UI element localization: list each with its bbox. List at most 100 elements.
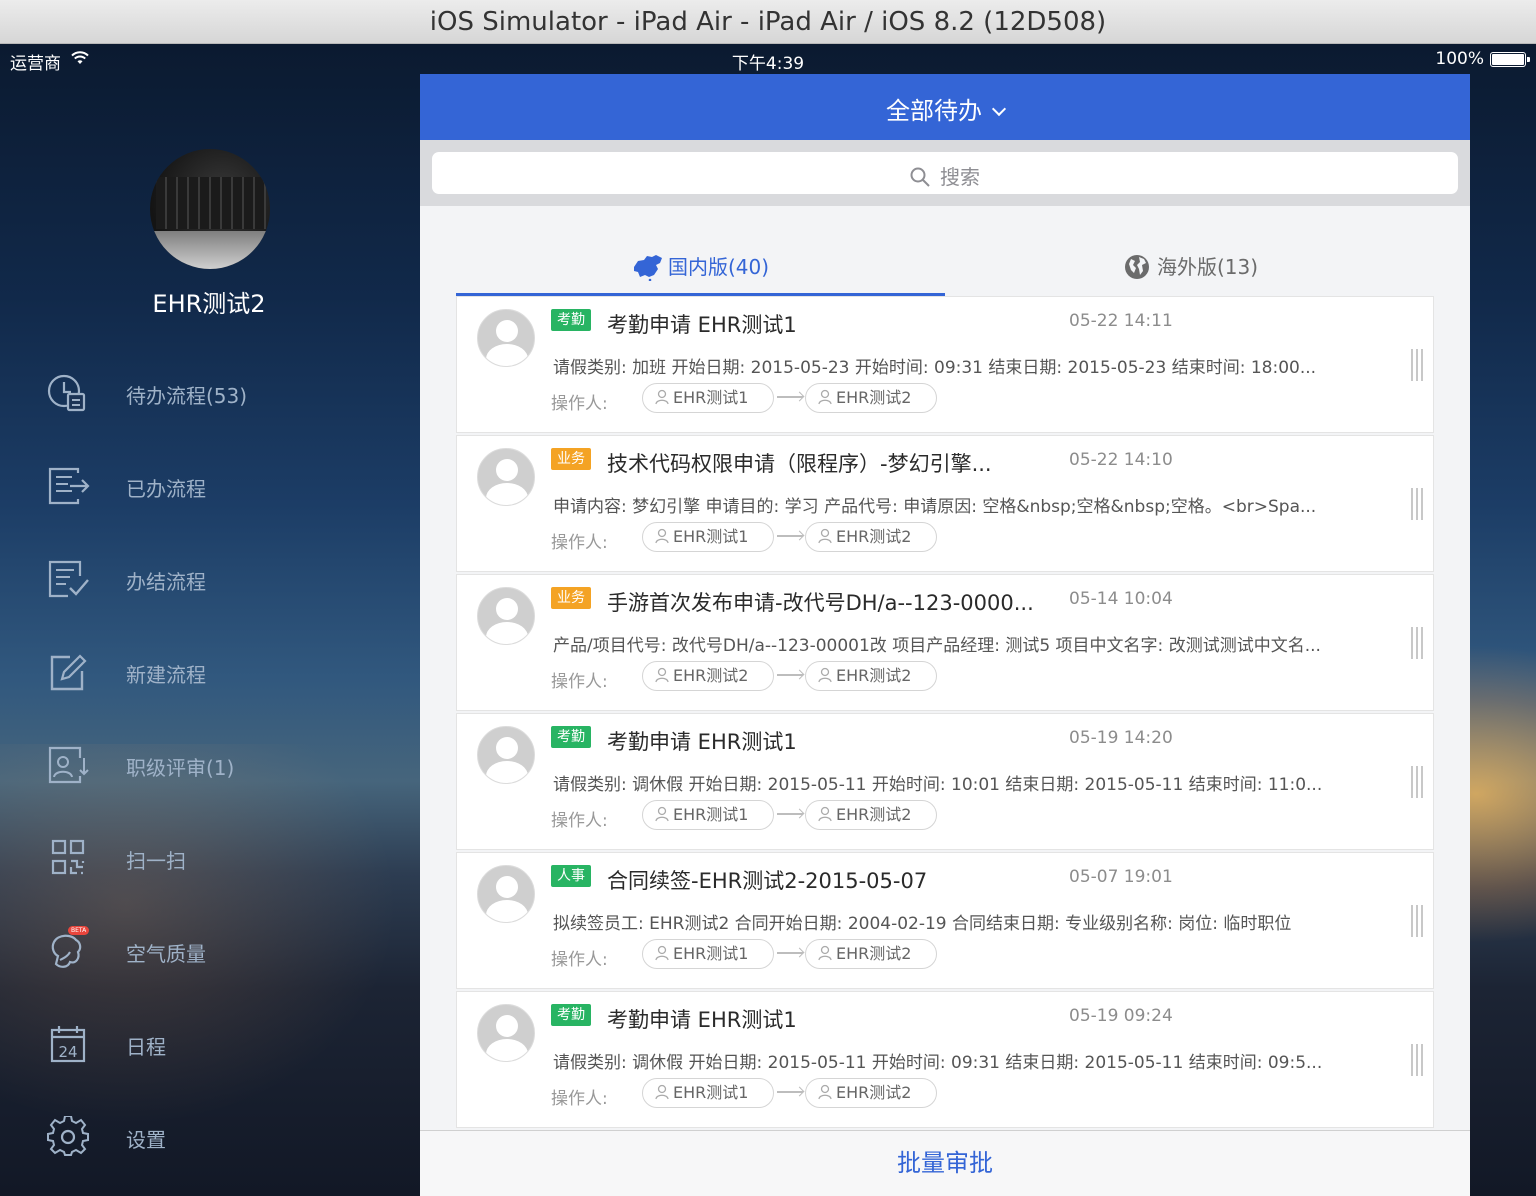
beta-badge: BETA (68, 926, 90, 935)
doc-check-icon (46, 558, 90, 600)
sidebar-item-label: 职级评审(1) (126, 756, 235, 780)
category-tag: 考勤 (551, 1004, 591, 1026)
operator-name: EHR测试1 (673, 1083, 749, 1102)
item-time: 05-19 09:24 (1069, 1006, 1173, 1026)
sidebar-item-new[interactable]: 新建流程 (0, 641, 418, 701)
sidebar-item-review[interactable]: 职级评审(1) (0, 734, 418, 794)
operator-from-chip: EHR测试2 (642, 661, 774, 691)
sidebar-item-done[interactable]: 已办流程 (0, 455, 418, 515)
operator-to-chip: EHR测试2 (805, 1078, 937, 1108)
person-icon (655, 806, 669, 821)
sidebar-item-pending[interactable]: 待办流程(53) (0, 362, 418, 422)
user-avatar[interactable] (150, 149, 270, 269)
person-icon (655, 1084, 669, 1099)
arrow-right-icon (777, 396, 803, 398)
arrow-right-icon (777, 674, 803, 676)
person-icon (818, 806, 832, 821)
person-icon (818, 945, 832, 960)
sidebar-item-label: 空气质量 (126, 942, 206, 966)
drag-handle-icon[interactable] (1409, 1044, 1423, 1076)
item-time: 05-22 14:11 (1069, 311, 1173, 331)
category-tag: 业务 (551, 587, 591, 609)
todo-list: 考勤 考勤申请 EHR测试1 05-22 14:11 请假类别: 加班 开始日期… (456, 296, 1434, 1136)
sidebar-item-settings[interactable]: 设置 (0, 1106, 418, 1166)
calendar-icon: 24 (46, 1023, 90, 1065)
tab-overseas[interactable]: 海外版(13) (945, 244, 1434, 296)
operator-name: EHR测试1 (673, 388, 749, 407)
operator-label: 操作人: (551, 811, 608, 831)
avatar-photo-keyboard (156, 177, 266, 229)
window-title: iOS Simulator - iPad Air - iPad Air / iO… (0, 0, 1536, 44)
operator-name: EHR测试2 (836, 1083, 912, 1102)
sidebar-item-label: 新建流程 (126, 663, 206, 687)
operator-from-chip: EHR测试1 (642, 522, 774, 552)
search-input[interactable]: 搜索 (432, 152, 1458, 194)
operator-name: EHR测试2 (836, 944, 912, 963)
device-screen: 运营商 下午4:39 100% EHR测试2 待办流程(53) 已办流程 办结流… (0, 44, 1536, 1196)
sidebar-item-scan[interactable]: 扫一扫 (0, 827, 418, 887)
avatar (477, 309, 535, 367)
batch-approve-button[interactable]: 批量审批 (420, 1130, 1470, 1196)
category-tag: 人事 (551, 865, 591, 887)
page-title: 全部待办 (886, 97, 982, 125)
operator-name: EHR测试2 (836, 388, 912, 407)
operator-name: EHR测试2 (836, 666, 912, 685)
sidebar-item-label: 日程 (126, 1035, 166, 1059)
todo-item[interactable]: 业务 技术代码权限申请（限程序）-梦幻引擎... 05-22 14:10 申请内… (456, 435, 1434, 572)
operator-from-chip: EHR测试1 (642, 1078, 774, 1108)
person-icon (818, 1084, 832, 1099)
arrow-right-icon (777, 952, 803, 954)
edit-icon (46, 651, 90, 693)
navigation-bar: 全部待办 (420, 74, 1470, 140)
sidebar-item-air[interactable]: BETA 空气质量 (0, 920, 418, 980)
sidebar-item-label: 已办流程 (126, 477, 206, 501)
category-tag: 考勤 (551, 726, 591, 748)
region-tabs: 国内版(40) 海外版(13) (456, 244, 1434, 296)
drag-handle-icon[interactable] (1409, 488, 1423, 520)
operator-name: EHR测试1 (673, 944, 749, 963)
todo-item[interactable]: 考勤 考勤申请 EHR测试1 05-19 09:24 请假类别: 调休假 开始日… (456, 991, 1434, 1128)
gear-icon (46, 1115, 90, 1158)
person-icon (818, 389, 832, 404)
search-bar: 搜索 (420, 140, 1470, 206)
todo-item[interactable]: 人事 合同续签-EHR测试2-2015-05-07 05-07 19:01 拟续… (456, 852, 1434, 989)
battery-percent: 100% (1435, 49, 1484, 69)
filter-dropdown[interactable]: 全部待办 (420, 91, 1470, 126)
drag-handle-icon[interactable] (1409, 627, 1423, 659)
avatar (477, 448, 535, 506)
item-title: 手游首次发布申请-改代号DH/a--123-0000... (607, 591, 1034, 615)
drag-handle-icon[interactable] (1409, 766, 1423, 798)
item-description: 请假类别: 调休假 开始日期: 2015-05-11 开始时间: 09:31 结… (553, 1053, 1323, 1073)
arrow-right-icon (777, 1091, 803, 1093)
item-title: 考勤申请 EHR测试1 (607, 730, 797, 754)
item-time: 05-19 14:20 (1069, 728, 1173, 748)
doc-arrow-icon (46, 465, 90, 507)
operator-to-chip: EHR测试2 (805, 939, 937, 969)
operator-label: 操作人: (551, 1089, 608, 1109)
tab-domestic[interactable]: 国内版(40) (456, 244, 945, 296)
avatar (477, 865, 535, 923)
item-time: 05-14 10:04 (1069, 589, 1173, 609)
item-description: 申请内容: 梦幻引擎 申请目的: 学习 产品代号: 申请原因: 空格&nbsp;… (553, 497, 1317, 517)
todo-item[interactable]: 考勤 考勤申请 EHR测试1 05-22 14:11 请假类别: 加班 开始日期… (456, 296, 1434, 433)
item-title: 考勤申请 EHR测试1 (607, 313, 797, 337)
operator-to-chip: EHR测试2 (805, 522, 937, 552)
drag-handle-icon[interactable] (1409, 905, 1423, 937)
operator-name: EHR测试2 (836, 805, 912, 824)
person-icon (818, 667, 832, 682)
sidebar-item-finished[interactable]: 办结流程 (0, 548, 418, 608)
operator-name: EHR测试1 (673, 527, 749, 546)
status-bar: 运营商 下午4:39 100% (0, 44, 1536, 74)
operator-to-chip: EHR测试2 (805, 661, 937, 691)
item-description: 拟续签员工: EHR测试2 合同开始日期: 2004-02-19 合同结束日期:… (553, 914, 1292, 934)
todo-item[interactable]: 考勤 考勤申请 EHR测试1 05-19 14:20 请假类别: 调休假 开始日… (456, 713, 1434, 850)
person-icon (655, 945, 669, 960)
todo-item[interactable]: 业务 手游首次发布申请-改代号DH/a--123-0000... 05-14 1… (456, 574, 1434, 711)
tab-label: 国内版(40) (667, 255, 770, 279)
sidebar-item-label: 设置 (126, 1128, 166, 1152)
person-icon (655, 667, 669, 682)
operator-to-chip: EHR测试2 (805, 800, 937, 830)
clock: 下午4:39 (731, 54, 805, 74)
sidebar-item-schedule[interactable]: 24 日程 (0, 1013, 418, 1073)
drag-handle-icon[interactable] (1409, 349, 1423, 381)
